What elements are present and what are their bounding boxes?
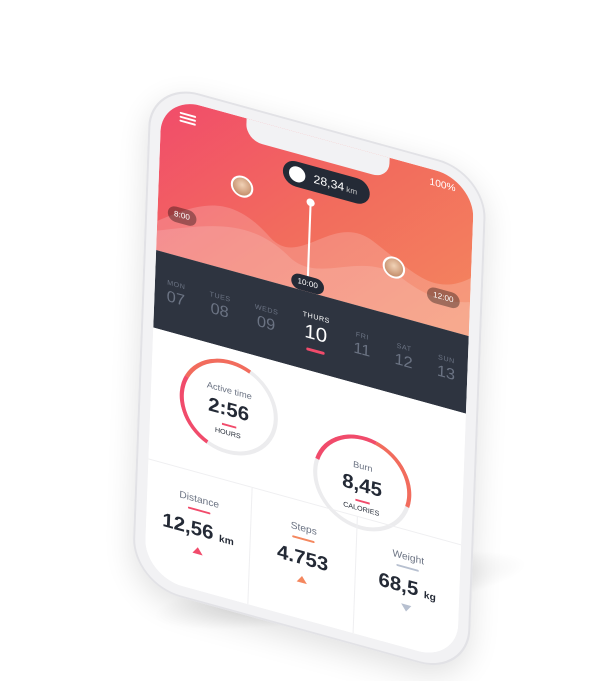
trend-up-icon	[192, 545, 203, 556]
day-mon[interactable]: Mon 07	[166, 279, 185, 310]
active-time-ring[interactable]: Active time 2:56 Hours	[166, 347, 291, 468]
distance-pill-value: 28,34	[313, 172, 345, 195]
trend-up-icon	[296, 574, 308, 585]
phone-frame: 100% 28,34 km 8:00 10:00 12:00 Mon 07	[131, 80, 488, 677]
day-fri[interactable]: Fri 11	[353, 330, 371, 361]
runner-icon	[286, 161, 308, 187]
day-number: 07	[166, 287, 186, 310]
day-sat[interactable]: Sat 12	[394, 342, 413, 373]
day-number: 08	[210, 299, 229, 322]
trend-down-icon	[401, 603, 412, 613]
weight-value: 68,5	[378, 568, 419, 602]
day-tues[interactable]: Tues 08	[209, 291, 230, 323]
active-day-indicator	[305, 346, 325, 355]
battery-status: 100%	[429, 176, 456, 195]
distance-unit: km	[218, 533, 234, 549]
weight-stat[interactable]: Weight 68,5 kg	[353, 517, 461, 662]
phone-screen: 100% 28,34 km 8:00 10:00 12:00 Mon 07	[144, 95, 475, 662]
menu-icon[interactable]	[179, 110, 197, 126]
day-thurs[interactable]: Thurs 10	[301, 310, 330, 355]
day-number: 12	[394, 350, 414, 372]
distance-pill-unit: km	[346, 184, 358, 197]
weight-unit: kg	[423, 590, 436, 604]
day-sun[interactable]: Sun 13	[437, 353, 456, 384]
day-number: 11	[353, 339, 371, 361]
day-weds[interactable]: Weds 09	[254, 303, 279, 336]
distance-value: 12,56	[161, 509, 214, 545]
day-number: 13	[436, 362, 456, 384]
distance-stat[interactable]: Distance 12,56 km	[144, 459, 253, 605]
